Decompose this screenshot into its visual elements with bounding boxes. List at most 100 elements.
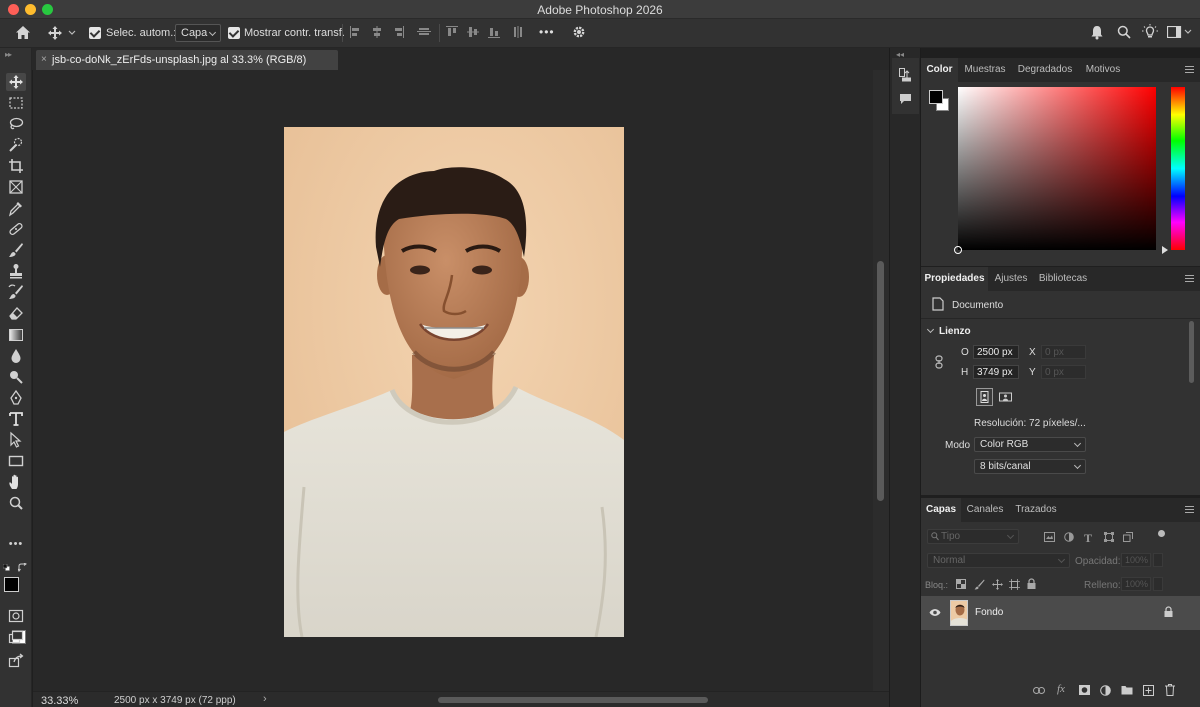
panel-menu-icon[interactable] bbox=[1185, 275, 1194, 284]
edit-toolbar-button[interactable]: ••• bbox=[5, 538, 27, 556]
quick-selection-tool-icon[interactable] bbox=[6, 136, 26, 154]
filter-pixel-icon[interactable] bbox=[1044, 532, 1055, 542]
fill-slider-button[interactable] bbox=[1153, 577, 1163, 591]
width-input[interactable]: 2500 px bbox=[973, 345, 1019, 359]
tab-color[interactable]: Color bbox=[921, 58, 958, 82]
color-swatches[interactable] bbox=[929, 90, 949, 111]
canvas-area[interactable] bbox=[33, 70, 873, 691]
tab-paths[interactable]: Trazados bbox=[1011, 498, 1061, 522]
document-canvas-image[interactable] bbox=[284, 127, 624, 637]
filter-adjustment-icon[interactable] bbox=[1064, 532, 1074, 542]
type-tool-icon[interactable] bbox=[6, 410, 26, 428]
portrait-orientation-button[interactable] bbox=[976, 388, 993, 406]
search-icon[interactable] bbox=[1117, 25, 1131, 39]
foreground-color-swatch[interactable] bbox=[4, 577, 19, 592]
layer-name[interactable]: Fondo bbox=[975, 607, 1003, 618]
marquee-tool-icon[interactable] bbox=[6, 94, 26, 112]
frame-tool-icon[interactable] bbox=[6, 178, 26, 196]
zoom-tool-icon[interactable] bbox=[6, 494, 26, 512]
blend-mode-dropdown[interactable]: Normal bbox=[927, 553, 1070, 568]
align-middle-v-icon[interactable] bbox=[467, 26, 479, 38]
swap-colors-icon[interactable] bbox=[18, 563, 27, 572]
filter-type-icon[interactable]: T bbox=[1084, 531, 1092, 546]
layer-filter-dropdown[interactable]: Tipo bbox=[927, 529, 1019, 544]
status-menu-arrow[interactable]: › bbox=[263, 693, 267, 705]
hue-slider[interactable] bbox=[1171, 87, 1185, 250]
layer-row[interactable]: Fondo bbox=[921, 596, 1200, 630]
lightbulb-icon[interactable] bbox=[1142, 24, 1158, 40]
home-icon[interactable] bbox=[15, 25, 31, 40]
new-group-icon[interactable] bbox=[1121, 685, 1133, 695]
tab-libraries[interactable]: Bibliotecas bbox=[1035, 267, 1091, 291]
default-colors-icon[interactable] bbox=[3, 564, 10, 571]
align-bottom-icon[interactable] bbox=[488, 26, 500, 38]
path-selection-tool-icon[interactable] bbox=[6, 431, 26, 449]
fill-input[interactable]: 100% bbox=[1121, 577, 1151, 591]
lock-transparency-icon[interactable] bbox=[956, 579, 966, 589]
height-input[interactable]: 3749 px bbox=[973, 365, 1019, 379]
color-picker-cursor[interactable] bbox=[954, 246, 962, 254]
layer-thumbnail[interactable] bbox=[950, 600, 968, 626]
history-panel-icon[interactable] bbox=[899, 68, 912, 82]
filter-smart-object-icon[interactable] bbox=[1123, 532, 1133, 542]
close-tab-icon[interactable]: × bbox=[41, 54, 47, 65]
hue-slider-handle[interactable] bbox=[1162, 246, 1168, 254]
rectangle-tool-icon[interactable] bbox=[6, 452, 26, 470]
history-brush-tool-icon[interactable] bbox=[6, 283, 26, 301]
workspace-icon[interactable] bbox=[1167, 26, 1193, 38]
eraser-tool-icon[interactable] bbox=[6, 304, 26, 322]
landscape-orientation-button[interactable] bbox=[998, 389, 1013, 405]
healing-brush-tool-icon[interactable] bbox=[6, 220, 26, 238]
quick-mask-icon[interactable] bbox=[6, 607, 26, 625]
layer-effects-icon[interactable]: fx bbox=[1057, 683, 1065, 695]
crop-tool-icon[interactable] bbox=[6, 157, 26, 175]
dodge-tool-icon[interactable] bbox=[6, 368, 26, 386]
zoom-level[interactable]: 33.33% bbox=[41, 695, 78, 707]
horizontal-scroll-thumb[interactable] bbox=[438, 697, 708, 703]
document-tab[interactable]: × jsb-co-doNk_zErFds-unsplash.jpg al 33.… bbox=[36, 50, 338, 70]
color-mode-dropdown[interactable]: Color RGB bbox=[974, 437, 1086, 452]
tab-layers[interactable]: Capas bbox=[921, 498, 961, 522]
bit-depth-dropdown[interactable]: 8 bits/canal bbox=[974, 459, 1086, 474]
lasso-tool-icon[interactable] bbox=[6, 115, 26, 133]
tab-swatches[interactable]: Muestras bbox=[959, 58, 1011, 82]
show-transform-checkbox[interactable] bbox=[228, 27, 240, 39]
lock-position-icon[interactable] bbox=[992, 579, 1003, 590]
eyedropper-tool-icon[interactable] bbox=[6, 199, 26, 217]
lock-all-icon[interactable] bbox=[1027, 578, 1036, 589]
link-layers-icon[interactable] bbox=[1033, 687, 1045, 694]
y-input[interactable]: 0 px bbox=[1041, 365, 1086, 379]
clone-stamp-tool-icon[interactable] bbox=[6, 262, 26, 280]
align-left-icon[interactable] bbox=[350, 26, 362, 38]
layer-lock-icon[interactable] bbox=[1164, 606, 1173, 617]
align-right-icon[interactable] bbox=[392, 26, 404, 38]
new-adjustment-layer-icon[interactable] bbox=[1100, 685, 1111, 696]
vertical-scrollbar[interactable] bbox=[873, 70, 889, 691]
vertical-scroll-thumb[interactable] bbox=[877, 261, 884, 501]
filter-shape-icon[interactable] bbox=[1104, 532, 1114, 542]
distribute-vertical-icon[interactable] bbox=[512, 26, 524, 38]
properties-scrollbar[interactable] bbox=[1189, 321, 1194, 383]
align-top-icon[interactable] bbox=[446, 26, 458, 38]
color-picker-field[interactable] bbox=[954, 87, 1156, 254]
tab-properties[interactable]: Propiedades bbox=[921, 267, 988, 291]
foreground-color-chip[interactable] bbox=[929, 90, 943, 104]
blur-tool-icon[interactable] bbox=[6, 347, 26, 365]
canvas-section-title[interactable]: Lienzo bbox=[939, 326, 971, 337]
bell-icon[interactable] bbox=[1090, 25, 1104, 40]
opacity-input[interactable]: 100% bbox=[1121, 553, 1151, 567]
align-center-h-icon[interactable] bbox=[371, 26, 383, 38]
link-icon[interactable] bbox=[935, 355, 943, 369]
auto-select-checkbox[interactable] bbox=[89, 27, 101, 39]
distribute-icon[interactable] bbox=[417, 26, 431, 38]
x-input[interactable]: 0 px bbox=[1041, 345, 1086, 359]
tab-channels[interactable]: Canales bbox=[963, 498, 1007, 522]
add-mask-icon[interactable] bbox=[1079, 685, 1090, 695]
tab-patterns[interactable]: Motivos bbox=[1081, 58, 1125, 82]
gear-icon[interactable] bbox=[572, 25, 586, 39]
comments-panel-icon[interactable] bbox=[899, 93, 912, 105]
new-layer-icon[interactable] bbox=[1143, 685, 1154, 696]
chevron-down-icon[interactable] bbox=[926, 325, 935, 334]
move-tool-icon[interactable] bbox=[6, 73, 26, 91]
brush-tool-icon[interactable] bbox=[6, 241, 26, 259]
